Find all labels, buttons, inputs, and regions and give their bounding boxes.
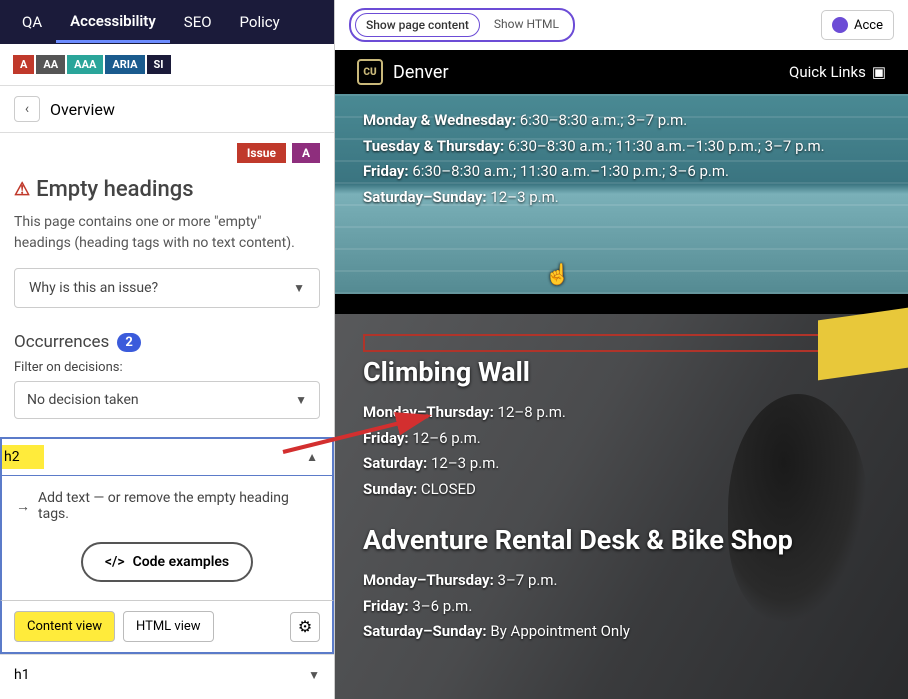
- pool-ss-label: Saturday–Sunday:: [363, 188, 487, 206]
- pool-mw-val: 6:30–8:30 a.m.; 3–7 p.m.: [516, 111, 687, 129]
- chevron-up-icon: ▲: [306, 450, 318, 464]
- rental-mt-label: Monday–Thursday:: [363, 571, 494, 589]
- site-preview[interactable]: CU Denver Quick Links ▣ Monday & Wednesd…: [335, 50, 908, 699]
- h2-tag-label: h2: [2, 445, 44, 469]
- show-html-button[interactable]: Show HTML: [484, 13, 569, 37]
- rental-desk-heading: Adventure Rental Desk & Bike Shop: [363, 524, 880, 556]
- pool-ss-val: 12–3 p.m.: [487, 188, 559, 206]
- h1-tag-label: h1: [14, 667, 30, 683]
- code-examples-button[interactable]: </> Code examples: [81, 542, 253, 582]
- climb-sa-val: 12–3 p.m.: [427, 454, 499, 472]
- occurrence-h2-row[interactable]: h2 ▲: [0, 437, 334, 476]
- tab-accessibility[interactable]: Accessibility: [56, 2, 170, 43]
- issue-description: This page contains one or more "empty" h…: [0, 212, 334, 268]
- occurrences-label: Occurrences: [14, 332, 109, 352]
- climb-su-label: Sunday:: [363, 480, 417, 498]
- site-brand[interactable]: CU Denver: [357, 59, 449, 85]
- quick-links-button[interactable]: Quick Links ▣: [789, 63, 886, 81]
- filter-label: Filter on decisions:: [0, 360, 334, 381]
- preview-toggle: Show page content Show HTML: [349, 8, 575, 42]
- settings-button[interactable]: ⚙: [290, 612, 320, 642]
- accessibility-icon: [832, 17, 848, 33]
- climb-su-val: CLOSED: [417, 480, 476, 498]
- accessibility-label: Acce: [854, 18, 883, 33]
- climb-sa-label: Saturday:: [363, 454, 427, 472]
- fix-suggestion: → Add text — or remove the empty heading…: [0, 476, 334, 536]
- tab-seo[interactable]: SEO: [170, 3, 226, 41]
- badge-aria[interactable]: ARIA: [104, 54, 145, 75]
- html-view-button[interactable]: HTML view: [123, 611, 214, 642]
- brand-text: Denver: [393, 62, 449, 83]
- site-header: CU Denver Quick Links ▣: [335, 50, 908, 94]
- climb-fr-val: 12–6 p.m.: [409, 429, 481, 447]
- pool-mw-label: Monday & Wednesday:: [363, 111, 516, 129]
- issue-chips: Issue A: [0, 133, 334, 173]
- rental-ss-val: By Appointment Only: [487, 622, 630, 640]
- climb-mt-val: 12–8 p.m.: [494, 403, 566, 421]
- rental-fr-label: Friday:: [363, 597, 409, 615]
- occurrences-header: Occurrences 2: [0, 326, 334, 360]
- accessibility-button[interactable]: Acce: [821, 10, 894, 40]
- climbing-wall-heading: Climbing Wall: [363, 356, 880, 388]
- badge-si[interactable]: SI: [146, 54, 172, 75]
- climbing-wall-panel: Climbing Wall Monday–Thursday: 12–8 p.m.…: [335, 314, 908, 699]
- preview-topbar: Show page content Show HTML Acce: [335, 0, 908, 50]
- issue-title: Empty headings: [36, 177, 193, 202]
- chip-level-a: A: [292, 143, 320, 163]
- empty-heading-highlight[interactable]: [363, 334, 880, 352]
- arrow-right-icon: →: [16, 498, 30, 515]
- pool-fr-label: Friday:: [363, 162, 409, 180]
- occurrences-count: 2: [117, 333, 140, 352]
- rental-mt-val: 3–7 p.m.: [494, 571, 558, 589]
- wcag-level-badges: A AA AAA ARIA SI: [0, 44, 334, 85]
- expand-icon: ▣: [872, 63, 886, 81]
- overview-label: Overview: [50, 100, 115, 119]
- tab-policy[interactable]: Policy: [226, 3, 294, 41]
- gear-icon: ⚙: [298, 617, 312, 636]
- pool-hours-panel: Monday & Wednesday: 6:30–8:30 a.m.; 3–7 …: [335, 94, 908, 294]
- chevron-down-icon: ▼: [295, 393, 307, 407]
- badge-aa[interactable]: AA: [35, 54, 66, 75]
- decision-filter-select[interactable]: No decision taken ▼: [14, 381, 320, 419]
- filter-value: No decision taken: [27, 392, 139, 408]
- issue-title-row: ⚠ Empty headings: [0, 173, 334, 212]
- code-examples-label: Code examples: [133, 554, 230, 570]
- pool-tt-label: Tuesday & Thursday:: [363, 137, 504, 155]
- code-icon: </>: [105, 554, 125, 570]
- view-toggle-row: Content view HTML view ⚙: [0, 600, 334, 654]
- chevron-down-icon: ▼: [293, 281, 305, 295]
- occurrence-h1-row[interactable]: h1 ▼: [0, 654, 334, 695]
- breadcrumb: ‹ Overview: [0, 85, 334, 133]
- rental-fr-val: 3–6 p.m.: [409, 597, 473, 615]
- warning-icon: ⚠: [14, 179, 30, 200]
- pool-fr-val: 6:30–8:30 a.m.; 11:30 a.m.–1:30 p.m.; 3–…: [409, 162, 729, 180]
- quick-links-label: Quick Links: [789, 63, 866, 81]
- code-examples-row: </> Code examples: [0, 536, 334, 600]
- why-label: Why is this an issue?: [29, 280, 158, 296]
- badge-aaa[interactable]: AAA: [66, 54, 104, 75]
- main-tabs: QA Accessibility SEO Policy: [0, 0, 334, 44]
- rental-ss-label: Saturday–Sunday:: [363, 622, 487, 640]
- tab-qa[interactable]: QA: [8, 3, 56, 41]
- show-page-content-button[interactable]: Show page content: [355, 13, 480, 37]
- chevron-down-icon: ▼: [308, 668, 320, 682]
- back-button[interactable]: ‹: [14, 96, 40, 122]
- badge-a[interactable]: A: [12, 54, 35, 75]
- cu-logo-icon: CU: [357, 59, 383, 85]
- fix-text: Add text — or remove the empty heading t…: [38, 490, 318, 522]
- climb-fr-label: Friday:: [363, 429, 409, 447]
- content-view-button[interactable]: Content view: [14, 611, 115, 642]
- why-issue-expander[interactable]: Why is this an issue? ▼: [14, 268, 320, 308]
- climb-mt-label: Monday–Thursday:: [363, 403, 494, 421]
- chip-issue: Issue: [237, 143, 286, 163]
- pool-tt-val: 6:30–8:30 a.m.; 11:30 a.m.–1:30 p.m.; 3–…: [504, 137, 824, 155]
